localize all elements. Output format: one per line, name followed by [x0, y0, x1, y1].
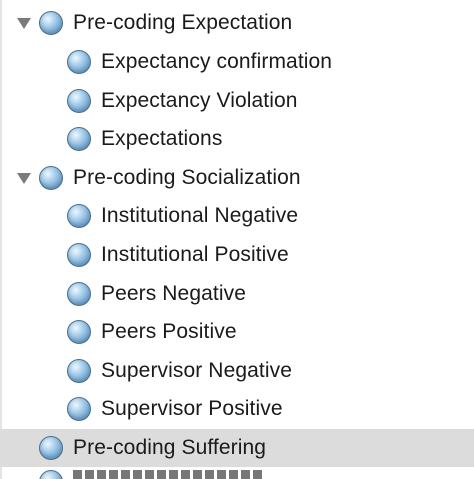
- code-node-icon: [67, 359, 91, 383]
- tree-item-label: Pre-coding Socialization: [73, 166, 301, 189]
- code-node-icon: [39, 470, 63, 479]
- code-node-icon: [67, 320, 91, 344]
- tree-item-label: Pre-coding Expectation: [73, 11, 293, 34]
- code-node-icon: [67, 204, 91, 228]
- code-node-icon: [67, 50, 91, 74]
- tree-item-expectancy-violation[interactable]: Expectancy Violation: [0, 82, 474, 120]
- code-node-icon: [67, 282, 91, 306]
- tree-item-label: Peers Negative: [101, 282, 246, 305]
- tree-item-peers-positive[interactable]: Peers Positive: [0, 313, 474, 351]
- tree-item-label: Supervisor Negative: [101, 359, 292, 382]
- tree-item-expectations[interactable]: Expectations: [0, 120, 474, 158]
- tree-item-label: Expectancy Violation: [101, 89, 298, 112]
- code-node-icon: [39, 166, 63, 190]
- disclosure-triangle-expanded-icon[interactable]: [17, 173, 31, 184]
- tree-item-supervisor-positive[interactable]: Supervisor Positive: [0, 390, 474, 428]
- code-node-icon: [67, 127, 91, 151]
- tree-item-pre-coding-suffering[interactable]: Pre-coding Suffering: [0, 429, 474, 467]
- code-node-icon: [39, 11, 63, 35]
- tree-item-institutional-negative[interactable]: Institutional Negative: [0, 197, 474, 235]
- code-node-icon: [67, 243, 91, 267]
- code-tree: Pre-coding Expectation Expectancy confir…: [0, 0, 474, 479]
- disclosure-triangle-expanded-icon[interactable]: [17, 18, 31, 29]
- tree-item-institutional-positive[interactable]: Institutional Positive: [0, 236, 474, 274]
- tree-item-label: Expectancy confirmation: [101, 50, 333, 73]
- code-node-icon: [67, 397, 91, 421]
- tree-item-pre-coding-expectation[interactable]: Pre-coding Expectation: [0, 4, 474, 42]
- tree-item-label: Peers Positive: [101, 320, 237, 343]
- tree-item-label-cut-off: [73, 470, 263, 479]
- tree-item-expectancy-confirmation[interactable]: Expectancy confirmation: [0, 43, 474, 81]
- code-node-icon: [39, 436, 63, 460]
- tree-item-label: Expectations: [101, 127, 223, 150]
- tree-item-peers-negative[interactable]: Peers Negative: [0, 275, 474, 313]
- tree-item-label: Supervisor Positive: [101, 397, 283, 420]
- code-node-icon: [67, 89, 91, 113]
- tree-item-pre-coding-socialization[interactable]: Pre-coding Socialization: [0, 159, 474, 197]
- tree-item-cut-off[interactable]: [0, 466, 474, 479]
- tree-item-supervisor-negative[interactable]: Supervisor Negative: [0, 352, 474, 390]
- tree-item-label: Pre-coding Suffering: [73, 436, 267, 459]
- tree-item-label: Institutional Positive: [101, 243, 289, 266]
- tree-item-label: Institutional Negative: [101, 204, 299, 227]
